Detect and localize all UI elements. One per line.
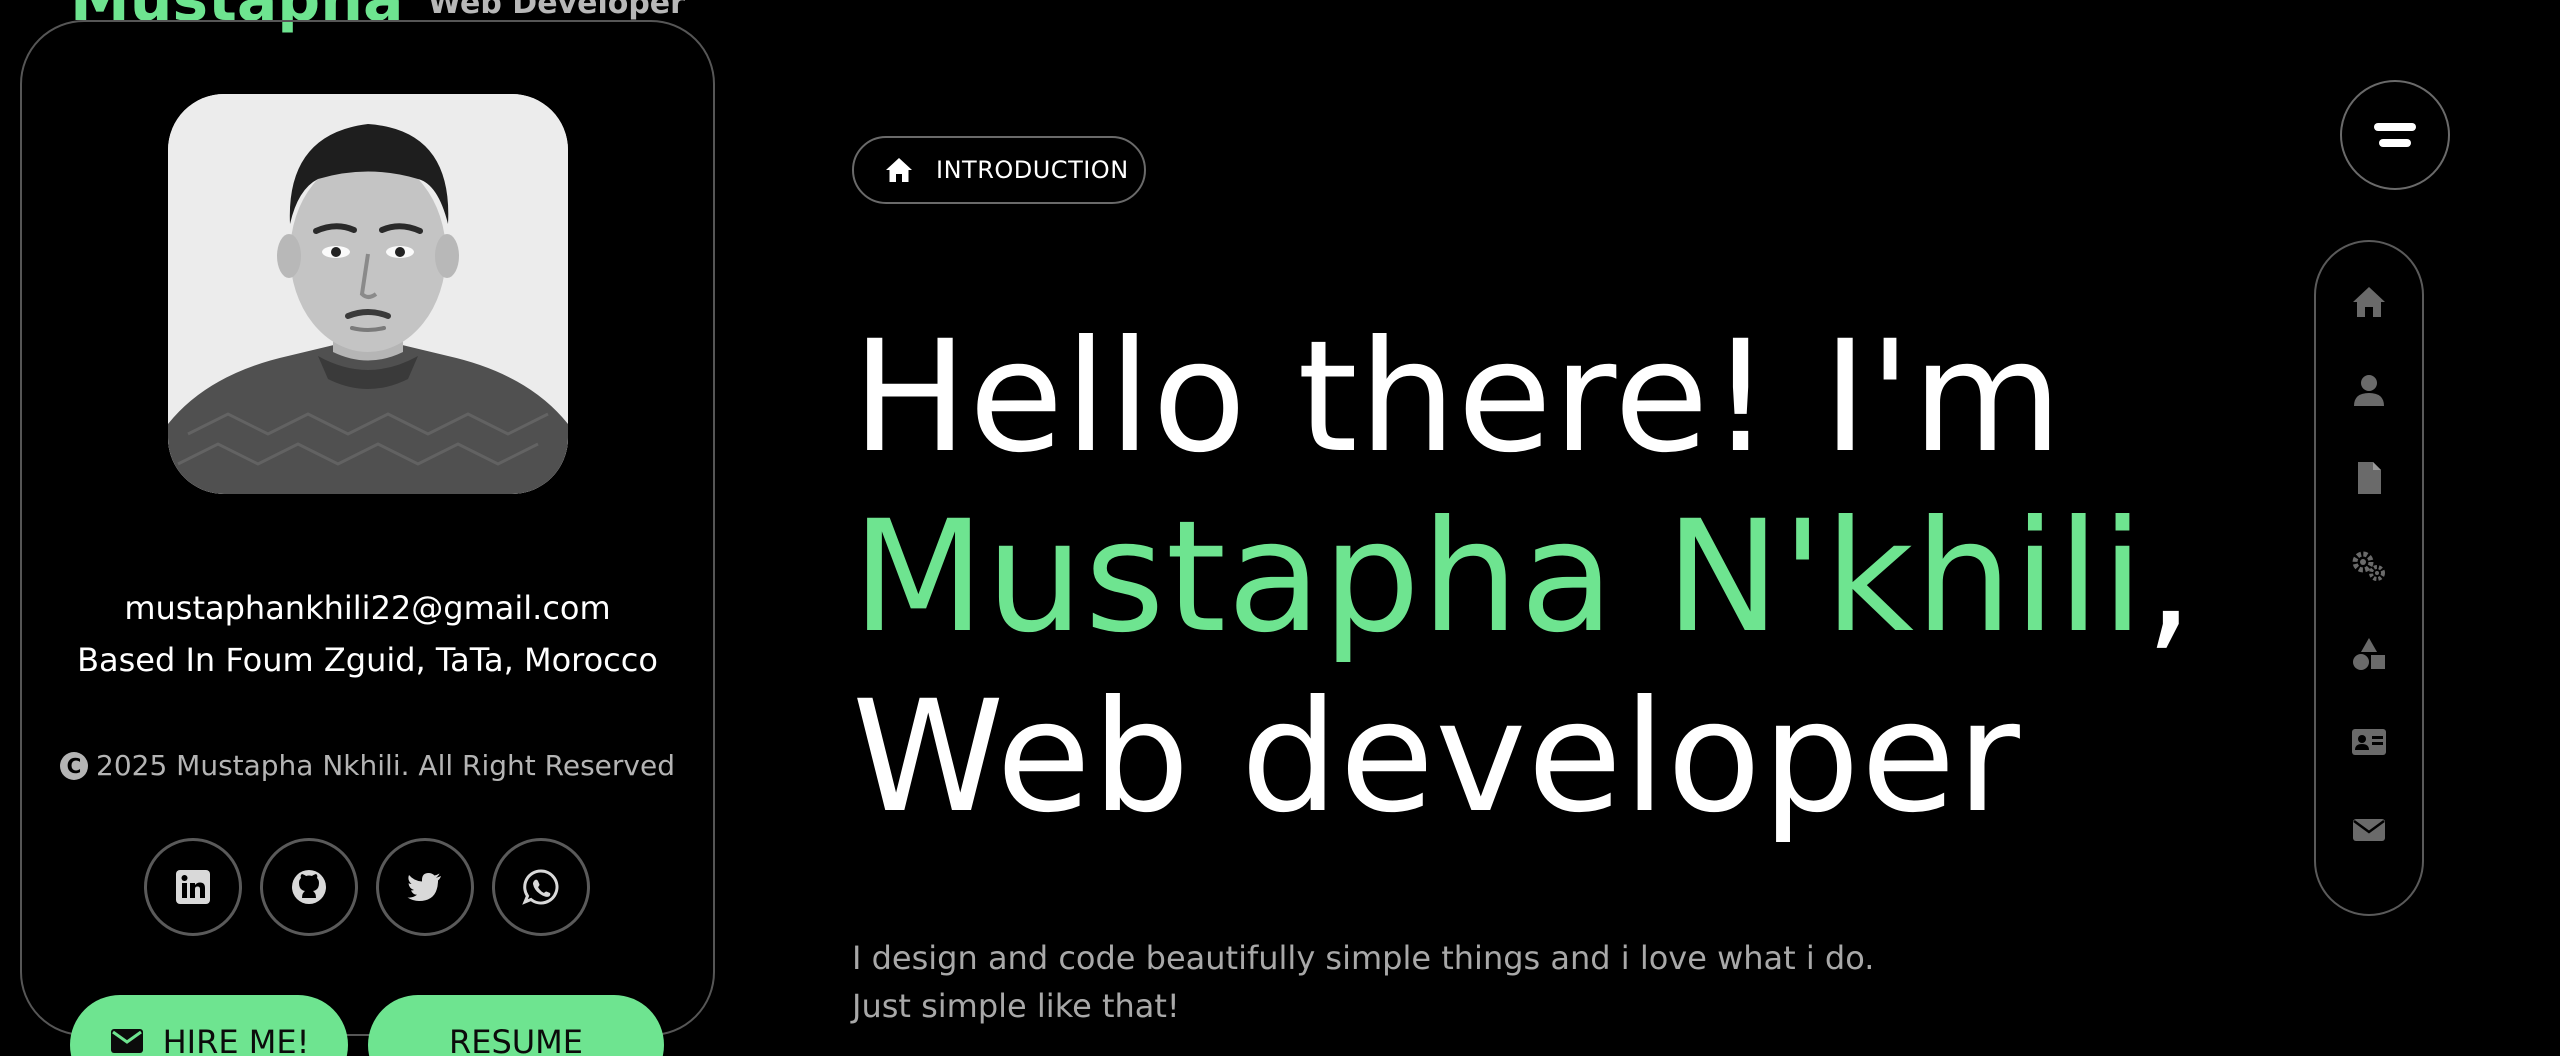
nav-resume[interactable] [2349, 458, 2389, 498]
heading-line-3: Web developer [852, 668, 2021, 847]
github-link[interactable] [260, 838, 358, 936]
profile-location: Based In Foum Zguid, TaTa, Morocco [77, 641, 658, 679]
resume-button[interactable]: RESUME [368, 995, 664, 1056]
nav-about[interactable] [2349, 370, 2389, 410]
page: Mustapha Web Developer mustaphankhili22@… [0, 0, 2560, 1056]
menu-toggle-button[interactable] [2340, 80, 2450, 190]
user-icon [2354, 375, 2384, 406]
hero-description: I design and code beautifully simple thi… [852, 934, 2052, 1030]
heading-comma: , [2144, 488, 2195, 667]
linkedin-link[interactable] [144, 838, 242, 936]
social-links [144, 838, 590, 936]
envelope-icon [2353, 819, 2385, 841]
heading-line-1: Hello there! I'm [852, 308, 2064, 487]
hire-me-button[interactable]: HIRE ME! [70, 995, 348, 1056]
twitter-link[interactable] [376, 838, 474, 936]
heading-name: Mustapha N'khili [852, 488, 2145, 667]
hero-heading: Hello there! I'm Mustapha N'khili, Web dev… [852, 308, 2195, 848]
profile-photo-image [168, 94, 568, 494]
whatsapp-icon [522, 869, 559, 905]
github-icon [292, 870, 326, 904]
twitter-icon [407, 873, 441, 901]
nav-skills[interactable] [2349, 634, 2389, 674]
home-icon [886, 158, 912, 182]
section-badge-label: INTRODUCTION [936, 156, 1129, 184]
envelope-icon [110, 1029, 143, 1053]
menu-bar-bottom [2379, 139, 2411, 147]
nav-portfolio[interactable] [2349, 722, 2389, 762]
description-line-1: I design and code beautifully simple thi… [852, 939, 1875, 977]
profile-email[interactable]: mustaphankhili22@gmail.com [20, 588, 715, 628]
brand-role: Web Developer [428, 0, 685, 21]
resume-label: RESUME [448, 1023, 583, 1056]
description-line-2: Just simple like that! [852, 987, 1180, 1025]
home-icon [2353, 287, 2385, 317]
gears-icon [2352, 551, 2385, 581]
hire-me-label: HIRE ME! [162, 1023, 310, 1056]
copyright-text: 2025 Mustapha Nkhili. All Right Reserved [96, 749, 675, 782]
file-icon [2358, 462, 2381, 494]
nav-contact[interactable] [2349, 810, 2389, 850]
section-badge: INTRODUCTION [852, 136, 1146, 204]
shapes-icon [2353, 638, 2385, 670]
copyright-icon: C [60, 752, 88, 780]
id-card-icon [2352, 729, 2386, 755]
linkedin-icon [176, 870, 210, 904]
side-nav [2314, 240, 2424, 916]
nav-services[interactable] [2349, 546, 2389, 586]
menu-bar-top [2374, 123, 2416, 131]
whatsapp-link[interactable] [492, 838, 590, 936]
copyright: C 2025 Mustapha Nkhili. All Right Reserv… [20, 746, 715, 786]
nav-home[interactable] [2349, 282, 2389, 322]
profile-photo [168, 94, 568, 494]
